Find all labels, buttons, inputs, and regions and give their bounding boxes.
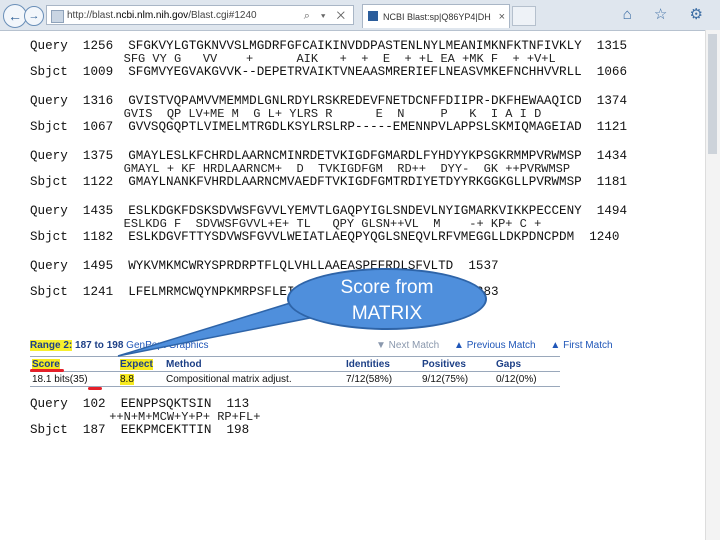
browser-tab[interactable]: NCBI Blast:sp|Q86YP4|DHA... ×	[362, 4, 510, 28]
header-positives: Positives	[422, 359, 466, 370]
browser-tools-icons[interactable]: ⌂ ☆ ⚙	[623, 5, 712, 23]
cell-expect: 8.8	[120, 374, 134, 385]
callout-line2: MATRIX	[351, 303, 423, 324]
cell-gaps: 0/12(0%)	[496, 374, 537, 385]
header-identities: Identities	[346, 359, 390, 370]
header-gaps: Gaps	[496, 359, 522, 370]
graphics-link[interactable]: Graphics	[168, 340, 208, 351]
table-bottom-divider	[30, 386, 560, 387]
score-underline	[30, 369, 64, 372]
subject-line: Sbjct 1122 GMAYLNANKFVHRDLAARNCMVAEDFTVK…	[30, 175, 628, 189]
cell-method: Compositional matrix adjust.	[166, 374, 292, 385]
vertical-scrollbar[interactable]	[705, 30, 720, 540]
close-tab-icon[interactable]: ×	[499, 5, 505, 29]
score-callout: Score from MATRIX	[287, 268, 487, 330]
subject-line: Sbjct 1067 GVVSQGQPTLVIMELMTRGDLKSYLRSLR…	[30, 120, 628, 134]
page-icon	[51, 10, 64, 23]
cell-identities: 7/12(58%)	[346, 374, 393, 385]
browser-toolbar: ← → http://blast.ncbi.nlm.nih.gov/Blast.…	[0, 0, 720, 31]
address-bar-icons[interactable]: ⌕ ▾ ✕	[304, 6, 349, 26]
first-match-link[interactable]: ▲ First Match	[550, 340, 612, 351]
ncbi-favicon-icon	[368, 11, 378, 21]
header-method: Method	[166, 359, 202, 370]
forward-button[interactable]: →	[24, 6, 44, 26]
subject-line: Sbjct 1182 ESLKDGVFTTYSDVWSFGVVLWEIATLAE…	[30, 230, 620, 244]
url-text: http://blast.ncbi.nlm.nih.gov/Blast.cgi#…	[67, 10, 257, 21]
back-arrow-icon: ←	[8, 8, 22, 24]
next-match-link[interactable]: ▼ Next Match	[376, 340, 439, 351]
forward-arrow-icon: →	[28, 10, 40, 22]
previous-match-link[interactable]: ▲ Previous Match	[454, 340, 536, 351]
range-header: Range 2: 187 to 198 GenPept Graphics	[30, 340, 208, 351]
bits-underline	[88, 387, 102, 390]
cell-positives: 9/12(75%)	[422, 374, 469, 385]
subject-line: Sbjct 187 EEKPMCEKTTIN 198	[30, 423, 250, 437]
table-header-divider	[30, 371, 560, 372]
tab-title: NCBI Blast:sp|Q86YP4|DHA...	[383, 12, 491, 22]
callout-line1: Score from	[340, 277, 434, 298]
address-bar[interactable]: http://blast.ncbi.nlm.nih.gov/Blast.cgi#…	[46, 5, 354, 25]
range-label: Range 2:	[30, 340, 73, 351]
scrollbar-thumb[interactable]	[708, 34, 717, 154]
range-value: 187 to 198	[75, 340, 124, 351]
cell-score: 18.1 bits(35)	[32, 374, 88, 385]
genpept-link[interactable]: GenPept	[126, 340, 165, 351]
new-tab-button[interactable]	[512, 6, 536, 26]
match-navigation: ▼ Next Match ▲ Previous Match ▲ First Ma…	[376, 340, 625, 351]
table-top-divider	[30, 356, 560, 357]
header-expect: Expect	[120, 359, 153, 370]
subject-line: Sbjct 1009 SFGMVYEGVAKGVVK--DEPETRVAIKTV…	[30, 65, 628, 79]
